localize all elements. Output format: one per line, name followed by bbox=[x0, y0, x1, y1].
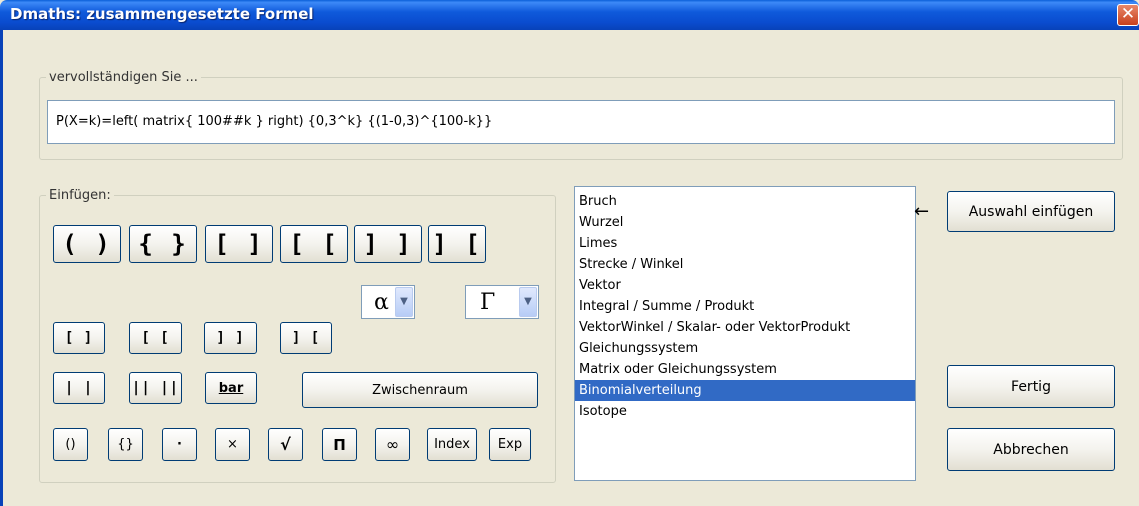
arrow-left-icon: ← bbox=[914, 201, 930, 222]
done-button[interactable]: Fertig bbox=[947, 365, 1115, 408]
insert-right-right-large-button[interactable]: ] ] bbox=[354, 225, 422, 263]
insert-braces-small-button[interactable]: {} bbox=[108, 428, 143, 461]
insert-space-button[interactable]: Zwischenraum bbox=[302, 372, 538, 408]
insert-parentheses-small-button[interactable]: () bbox=[53, 428, 88, 461]
close-button[interactable]: ✕ bbox=[1117, 4, 1139, 26]
insert-infinity-button[interactable]: ∞ bbox=[375, 428, 410, 461]
insert-exp-button[interactable]: Exp bbox=[489, 428, 531, 461]
list-item[interactable]: Limes bbox=[575, 233, 915, 254]
insert-left-left-large-button[interactable]: [ [ bbox=[280, 225, 348, 263]
window-title: Dmaths: zusammengesetzte Formel bbox=[10, 5, 314, 23]
insert-times-button[interactable]: × bbox=[215, 428, 250, 461]
list-item[interactable]: VektorWinkel / Skalar- oder VektorProduk… bbox=[575, 317, 915, 338]
insert-abs-button[interactable]: | | bbox=[53, 372, 105, 404]
insert-index-button[interactable]: Index bbox=[427, 428, 477, 461]
insert-dot-button[interactable]: · bbox=[162, 428, 197, 461]
list-item[interactable]: Strecke / Winkel bbox=[575, 254, 915, 275]
insert-braces-large-button[interactable]: { } bbox=[129, 225, 197, 263]
formula-input[interactable]: P(X=k)=left( matrix{ 100##k } right) {0,… bbox=[47, 100, 1115, 144]
list-item[interactable]: Isotope bbox=[575, 401, 915, 422]
gamma-symbol: Γ bbox=[480, 290, 496, 315]
insert-reversed-large-button[interactable]: ] [ bbox=[428, 225, 486, 263]
insert-left-left-small-button[interactable]: [ [ bbox=[129, 322, 182, 354]
insert-norm-button[interactable]: || || bbox=[129, 372, 182, 404]
list-item[interactable]: Matrix oder Gleichungssystem bbox=[575, 359, 915, 380]
insert-bar-button[interactable]: bar bbox=[205, 372, 257, 404]
insert-brackets-large-button[interactable]: [ ] bbox=[205, 225, 273, 263]
list-item[interactable]: Integral / Summe / Produkt bbox=[575, 296, 915, 317]
chevron-down-icon[interactable]: ▼ bbox=[519, 287, 537, 317]
list-item[interactable]: Vektor bbox=[575, 275, 915, 296]
formula-group-legend: vervollständigen Sie ... bbox=[49, 70, 198, 85]
alpha-symbol: α bbox=[374, 290, 389, 315]
insert-reversed-small-button[interactable]: ] [ bbox=[280, 322, 332, 354]
insert-sqrt-button[interactable]: √ bbox=[268, 428, 303, 461]
greek-lowercase-select[interactable]: α ▼ bbox=[361, 285, 415, 319]
close-icon: ✕ bbox=[1120, 4, 1136, 24]
insert-right-right-small-button[interactable]: ] ] bbox=[204, 322, 257, 354]
insert-brackets-small-button[interactable]: [ ] bbox=[53, 322, 105, 354]
list-item[interactable]: Bruch bbox=[575, 191, 915, 212]
list-item-selected[interactable]: Binomialverteilung bbox=[575, 380, 915, 401]
insert-group-legend: Einfügen: bbox=[49, 188, 111, 203]
greek-uppercase-select[interactable]: Γ ▼ bbox=[465, 285, 539, 319]
insert-parentheses-large-button[interactable]: ( ) bbox=[53, 225, 121, 263]
chevron-down-icon[interactable]: ▼ bbox=[395, 287, 413, 317]
list-item[interactable]: Wurzel bbox=[575, 212, 915, 233]
list-item[interactable]: Gleichungssystem bbox=[575, 338, 915, 359]
template-list[interactable]: Bruch Wurzel Limes Strecke / Winkel Vekt… bbox=[574, 186, 916, 481]
cancel-button[interactable]: Abbrechen bbox=[947, 428, 1115, 471]
insert-selection-button[interactable]: Auswahl einfügen bbox=[947, 191, 1115, 232]
window-frame bbox=[0, 30, 3, 506]
insert-product-button[interactable]: Π bbox=[322, 428, 357, 461]
title-bar: Dmaths: zusammengesetzte Formel ✕ bbox=[0, 0, 1139, 30]
